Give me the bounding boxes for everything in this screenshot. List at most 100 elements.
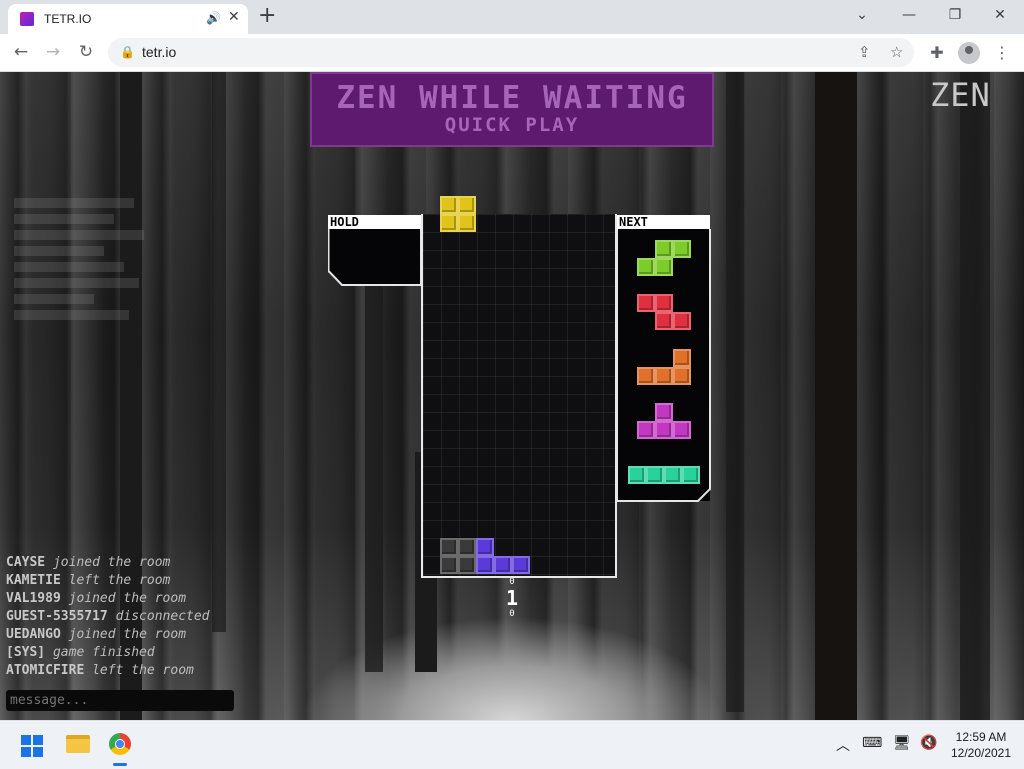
chat-text: joined the room <box>45 555 171 570</box>
counter-bottom: 0 <box>509 609 515 619</box>
chrome-icon[interactable] <box>109 733 131 755</box>
chat-message: ATOMICFIRE left the room <box>6 662 246 680</box>
chevron-up-icon[interactable]: ︿ <box>836 735 850 755</box>
chat-message: CAYSE joined the room <box>6 554 246 572</box>
next-queue-mino <box>636 367 655 385</box>
restore-icon[interactable]: ❐ <box>943 5 967 25</box>
lock-icon[interactable]: 🔒 <box>120 45 135 59</box>
active-app-indicator <box>113 763 127 766</box>
url-text: tetr.io <box>142 44 177 60</box>
next-queue-mino <box>663 466 682 484</box>
clock-date: 12/20/2021 <box>950 746 1012 760</box>
speaker-icon[interactable]: 🔊 <box>206 11 221 25</box>
chat-log: CAYSE joined the room KAMETIE left the ro… <box>6 554 246 680</box>
tab-close-icon[interactable]: ✕ <box>228 9 240 25</box>
share-icon[interactable]: ⇪ <box>858 43 871 61</box>
windows-start-icon[interactable] <box>21 735 43 757</box>
menu-kebab-icon[interactable]: ⋮ <box>991 42 1013 64</box>
chat-message: KAMETIE left the room <box>6 572 246 590</box>
chat-username[interactable]: CAYSE <box>6 555 45 570</box>
next-queue-mino <box>654 421 673 439</box>
next-queue-mino <box>654 403 673 421</box>
hold-box-outline <box>328 229 422 286</box>
profile-avatar[interactable] <box>958 42 980 64</box>
close-window-icon[interactable]: ✕ <box>988 5 1012 25</box>
board-mino <box>476 556 494 574</box>
banner-subtitle: QUICK PLAY <box>444 114 580 136</box>
keyboard-icon[interactable]: ⌨ <box>862 735 882 751</box>
chat-username[interactable]: GUEST-5355717 <box>6 609 108 624</box>
chat-history-faded <box>14 192 154 522</box>
taskbar-clock[interactable]: 12:59 AM 12/20/2021 <box>944 729 1018 761</box>
active-piece-mino <box>440 214 458 232</box>
address-bar[interactable]: 🔒 tetr.io ⇪ ☆ <box>108 38 914 67</box>
background-tree <box>726 72 744 712</box>
game-banner: ZEN WHILE WAITING QUICK PLAY <box>310 72 714 147</box>
background-tree <box>960 72 990 720</box>
next-queue-mino <box>681 466 700 484</box>
chat-text: game finished <box>45 645 155 660</box>
new-tab-button[interactable]: + <box>258 4 276 28</box>
background-tree <box>212 72 226 632</box>
chat-input[interactable] <box>6 690 234 711</box>
mode-label: ZEN <box>930 76 991 114</box>
chat-username[interactable]: ATOMICFIRE <box>6 663 84 678</box>
board-mino <box>458 556 476 574</box>
board-mino <box>440 538 458 556</box>
next-queue-mino <box>627 466 646 484</box>
board-wall <box>421 214 617 578</box>
chat-text: joined the room <box>60 627 187 642</box>
chat-username[interactable]: [SYS] <box>6 645 45 660</box>
next-queue-mino <box>672 349 691 367</box>
chat-text: joined the room <box>60 591 187 606</box>
browser-tab-bar: TETR.IO 🔊 ✕ + ⌄ — ❐ ✕ <box>0 0 1024 34</box>
next-queue-mino <box>672 312 691 330</box>
active-piece-mino <box>458 214 476 232</box>
tetrio-favicon-icon <box>20 12 34 26</box>
minimize-icon[interactable]: — <box>897 5 921 25</box>
chat-text: disconnected <box>107 609 210 624</box>
next-queue-mino <box>654 240 673 258</box>
chat-message: UEDANGO joined the room <box>6 626 246 644</box>
browser-tab[interactable]: TETR.IO 🔊 ✕ <box>8 4 248 34</box>
forward-icon[interactable]: → <box>42 41 64 63</box>
chat-username[interactable]: VAL1989 <box>6 591 61 606</box>
active-piece-mino <box>440 196 458 214</box>
board-mino <box>476 538 494 556</box>
next-queue-mino <box>636 258 655 276</box>
next-queue-mino <box>645 466 664 484</box>
next-queue-mino <box>672 240 691 258</box>
display-icon[interactable]: 🖥 <box>893 735 911 751</box>
hold-label: HOLD <box>328 215 421 230</box>
chat-username[interactable]: UEDANGO <box>6 627 61 642</box>
windows-taskbar: ︿ ⌨ 🖥 🔇 12:59 AM 12/20/2021 <box>0 720 1024 769</box>
game-area: ZEN WHILE WAITING QUICK PLAY ZEN HOLD NE… <box>0 72 1024 720</box>
counter-value: 1 <box>505 586 519 610</box>
board-mino <box>440 556 458 574</box>
bookmark-star-icon[interactable]: ☆ <box>890 43 903 61</box>
chat-message: VAL1989 joined the room <box>6 590 246 608</box>
chat-message: [SYS] game finished <box>6 644 246 662</box>
extensions-puzzle-icon[interactable]: ✚ <box>926 42 948 64</box>
tab-title: TETR.IO <box>44 12 92 26</box>
board-mino <box>512 556 530 574</box>
back-icon[interactable]: ← <box>10 41 32 63</box>
next-label: NEXT <box>617 215 710 230</box>
reload-icon[interactable]: ↻ <box>75 41 97 63</box>
file-explorer-icon[interactable] <box>66 735 90 753</box>
active-piece-mino <box>458 196 476 214</box>
next-queue-mino <box>636 294 655 312</box>
chat-text: left the room <box>60 573 171 588</box>
piece-counter: 0 1 0 <box>505 577 519 619</box>
next-queue-mino <box>636 421 655 439</box>
next-queue-mino <box>654 258 673 276</box>
next-queue-mino <box>672 367 691 385</box>
next-queue-mino <box>654 294 673 312</box>
tab-search-icon[interactable]: ⌄ <box>850 5 874 25</box>
volume-muted-icon[interactable]: 🔇 <box>920 735 937 751</box>
browser-toolbar: ← → ↻ 🔒 tetr.io ⇪ ☆ ✚ ⋮ <box>0 34 1024 72</box>
background-tree <box>365 222 383 672</box>
clock-time: 12:59 AM <box>955 730 1007 744</box>
chat-username[interactable]: KAMETIE <box>6 573 61 588</box>
chat-message: GUEST-5355717 disconnected <box>6 608 246 626</box>
